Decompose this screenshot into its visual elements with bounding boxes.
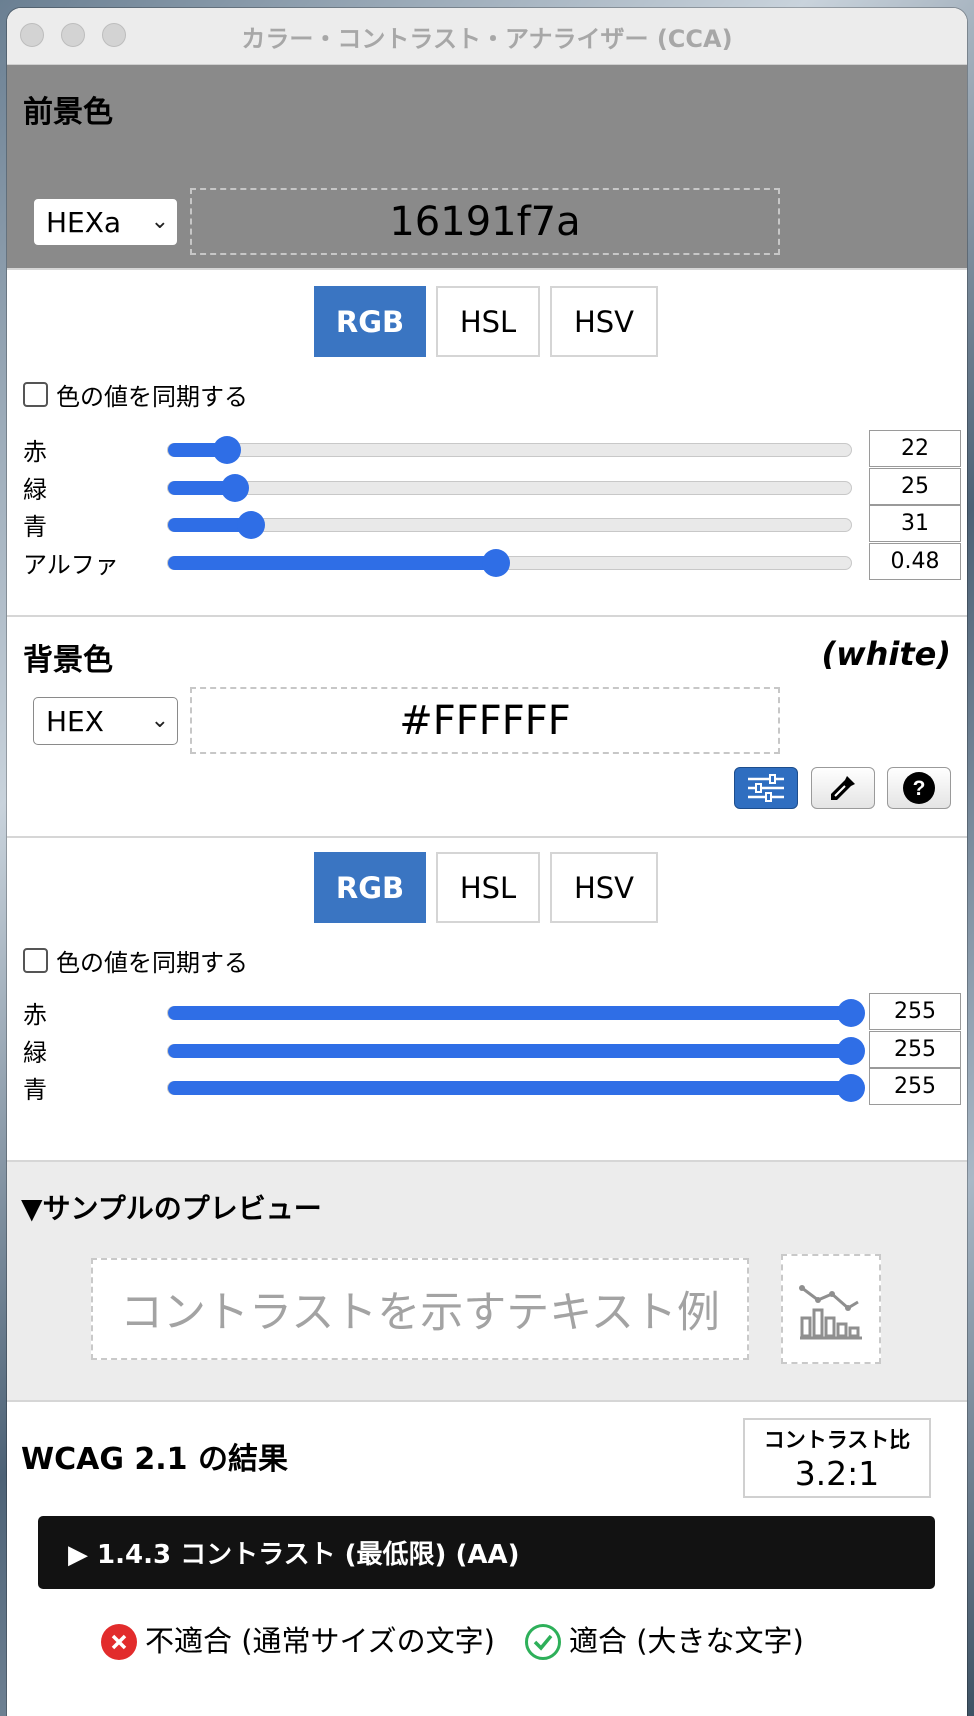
slider-value-input[interactable]: 22 — [869, 430, 961, 467]
checkbox-box[interactable] — [23, 948, 48, 973]
slider-fill — [168, 1006, 851, 1020]
background-model-tabs: RGB HSL HSV — [314, 852, 668, 923]
foreground-model-tabs: RGB HSL HSV — [314, 286, 668, 357]
contrast-ratio-box: コントラスト比 3.2:1 — [743, 1418, 931, 1498]
slider-row: 赤 255 — [7, 993, 967, 1031]
slider-value-input[interactable]: 25 — [869, 467, 961, 505]
slider-track[interactable] — [167, 548, 852, 577]
slider-thumb[interactable] — [212, 436, 241, 464]
background-title: 背景色 — [23, 643, 113, 678]
background-sync-checkbox[interactable]: 色の値を同期する — [23, 943, 248, 978]
slider-track[interactable] — [167, 511, 852, 539]
checkbox-box[interactable] — [23, 382, 48, 407]
preview-toggle[interactable]: ▼サンプルのプレビュー — [21, 1187, 322, 1227]
slider-fill — [168, 1081, 851, 1095]
background-eyedropper-button[interactable] — [811, 767, 875, 809]
fail-x-icon — [101, 1624, 137, 1660]
slider-label: 赤 — [23, 438, 47, 466]
slider-value-input[interactable]: 255 — [869, 1030, 961, 1068]
background-color-name: (white) — [821, 635, 951, 673]
slider-label: 赤 — [23, 1001, 47, 1029]
foreground-sliders-panel: RGB HSL HSV 色の値を同期する 赤 22 緑 25 青 31 アルファ 0.48 — [7, 270, 967, 615]
sync-label: 色の値を同期する — [56, 383, 248, 411]
chart-icon — [799, 1285, 862, 1340]
sliders-icon — [748, 774, 784, 802]
close-window-button[interactable] — [20, 23, 44, 47]
slider-value-input[interactable]: 0.48 — [869, 542, 961, 580]
tab-hsl[interactable]: HSL — [436, 286, 540, 357]
background-format-select[interactable]: HEX ⌄ — [33, 697, 178, 745]
contrast-ratio-label: コントラスト比 — [763, 1427, 911, 1452]
slider-thumb[interactable] — [481, 548, 510, 577]
background-sliders-panel: RGB HSL HSV 色の値を同期する 赤 255 緑 255 青 255 — [7, 838, 967, 1138]
pass-text: 適合 (大きな文字) — [569, 1624, 804, 1658]
slider-track[interactable] — [167, 999, 865, 1027]
contrast-ratio-value: 3.2:1 — [794, 1453, 880, 1493]
zoom-window-button[interactable] — [102, 23, 126, 47]
app-window: カラー・コントラスト・アナライザー (CCA) 前景色 HEXa ⌄ 16191… — [7, 8, 967, 1716]
background-help-button[interactable]: ? — [887, 767, 951, 809]
svg-text:?: ? — [913, 777, 926, 800]
slider-thumb[interactable] — [237, 511, 266, 539]
window-title: カラー・コントラスト・アナライザー (CCA) — [241, 24, 733, 53]
background-panel: 背景色 (white) HEX ⌄ #FFFFFF ? — [7, 615, 967, 838]
tab-rgb[interactable]: RGB — [314, 852, 426, 923]
slider-thumb[interactable] — [220, 473, 249, 502]
slider-value-input[interactable]: 255 — [869, 1068, 961, 1105]
slider-track[interactable] — [167, 1074, 865, 1102]
eyedropper-icon — [831, 776, 855, 800]
slider-row: 青 255 — [7, 1068, 967, 1106]
fail-verdict: 不適合 (通常サイズの文字) — [101, 1620, 497, 1662]
foreground-title: 前景色 — [23, 95, 113, 130]
sync-label: 色の値を同期する — [56, 949, 248, 977]
slider-label: 青 — [23, 1076, 47, 1104]
slider-row: 青 31 — [7, 505, 967, 543]
slider-thumb[interactable] — [837, 1074, 865, 1102]
fail-text: 不適合 (通常サイズの文字) — [145, 1624, 495, 1658]
contrast-chart-button[interactable] — [781, 1254, 881, 1364]
slider-thumb[interactable] — [837, 1036, 865, 1065]
slider-track[interactable] — [167, 436, 852, 464]
slider-fill — [168, 1043, 851, 1058]
slider-value-input[interactable]: 31 — [869, 505, 961, 542]
chevron-down-icon: ⌄ — [150, 708, 169, 733]
tab-hsv[interactable]: HSV — [550, 852, 658, 923]
chevron-down-icon: ⌄ — [150, 209, 169, 234]
foreground-format-value: HEXa — [46, 205, 122, 239]
tab-rgb[interactable]: RGB — [314, 286, 426, 357]
foreground-sync-checkbox[interactable]: 色の値を同期する — [23, 377, 248, 412]
slider-row: アルファ 0.48 — [7, 542, 967, 581]
slider-thumb[interactable] — [837, 999, 865, 1027]
slider-value-input[interactable]: 255 — [869, 993, 961, 1030]
background-format-value: HEX — [46, 704, 104, 738]
background-color-input[interactable]: #FFFFFF — [190, 687, 780, 754]
slider-fill — [168, 555, 496, 570]
sample-preview-panel: ▼サンプルのプレビュー コントラストを示すテキスト例 — [7, 1160, 967, 1402]
slider-row: 赤 22 — [7, 430, 967, 468]
sample-text-preview: コントラストを示すテキスト例 — [91, 1258, 749, 1360]
criterion-1-4-3-toggle[interactable]: ▶ 1.4.3 コントラスト (最低限) (AA) — [38, 1516, 935, 1589]
slider-label: 緑 — [23, 1038, 47, 1067]
wcag-results-panel: WCAG 2.1 の結果 コントラスト比 3.2:1 ▶ 1.4.3 コントラス… — [7, 1402, 967, 1716]
slider-label: 青 — [23, 513, 47, 541]
pass-verdict: 適合 (大きな文字) — [525, 1620, 945, 1662]
title-bar: カラー・コントラスト・アナライザー (CCA) — [7, 8, 967, 65]
tab-hsl[interactable]: HSL — [436, 852, 540, 923]
results-title: WCAG 2.1 の結果 — [21, 1442, 288, 1477]
minimize-window-button[interactable] — [61, 23, 85, 47]
slider-track[interactable] — [167, 1036, 865, 1065]
foreground-format-select[interactable]: HEXa ⌄ — [33, 198, 178, 246]
slider-label: 緑 — [23, 475, 47, 504]
slider-row: 緑 255 — [7, 1030, 967, 1069]
slider-label: アルファ — [23, 550, 119, 579]
help-icon: ? — [903, 772, 935, 804]
pass-check-icon — [525, 1624, 561, 1660]
slider-row: 緑 25 — [7, 467, 967, 506]
background-sliders-toggle[interactable] — [734, 767, 798, 809]
tab-hsv[interactable]: HSV — [550, 286, 658, 357]
foreground-color-input[interactable]: 16191f7a — [190, 188, 780, 255]
slider-track[interactable] — [167, 473, 852, 502]
foreground-panel: 前景色 HEXa ⌄ 16191f7a — [7, 65, 967, 312]
window-controls — [20, 23, 126, 47]
